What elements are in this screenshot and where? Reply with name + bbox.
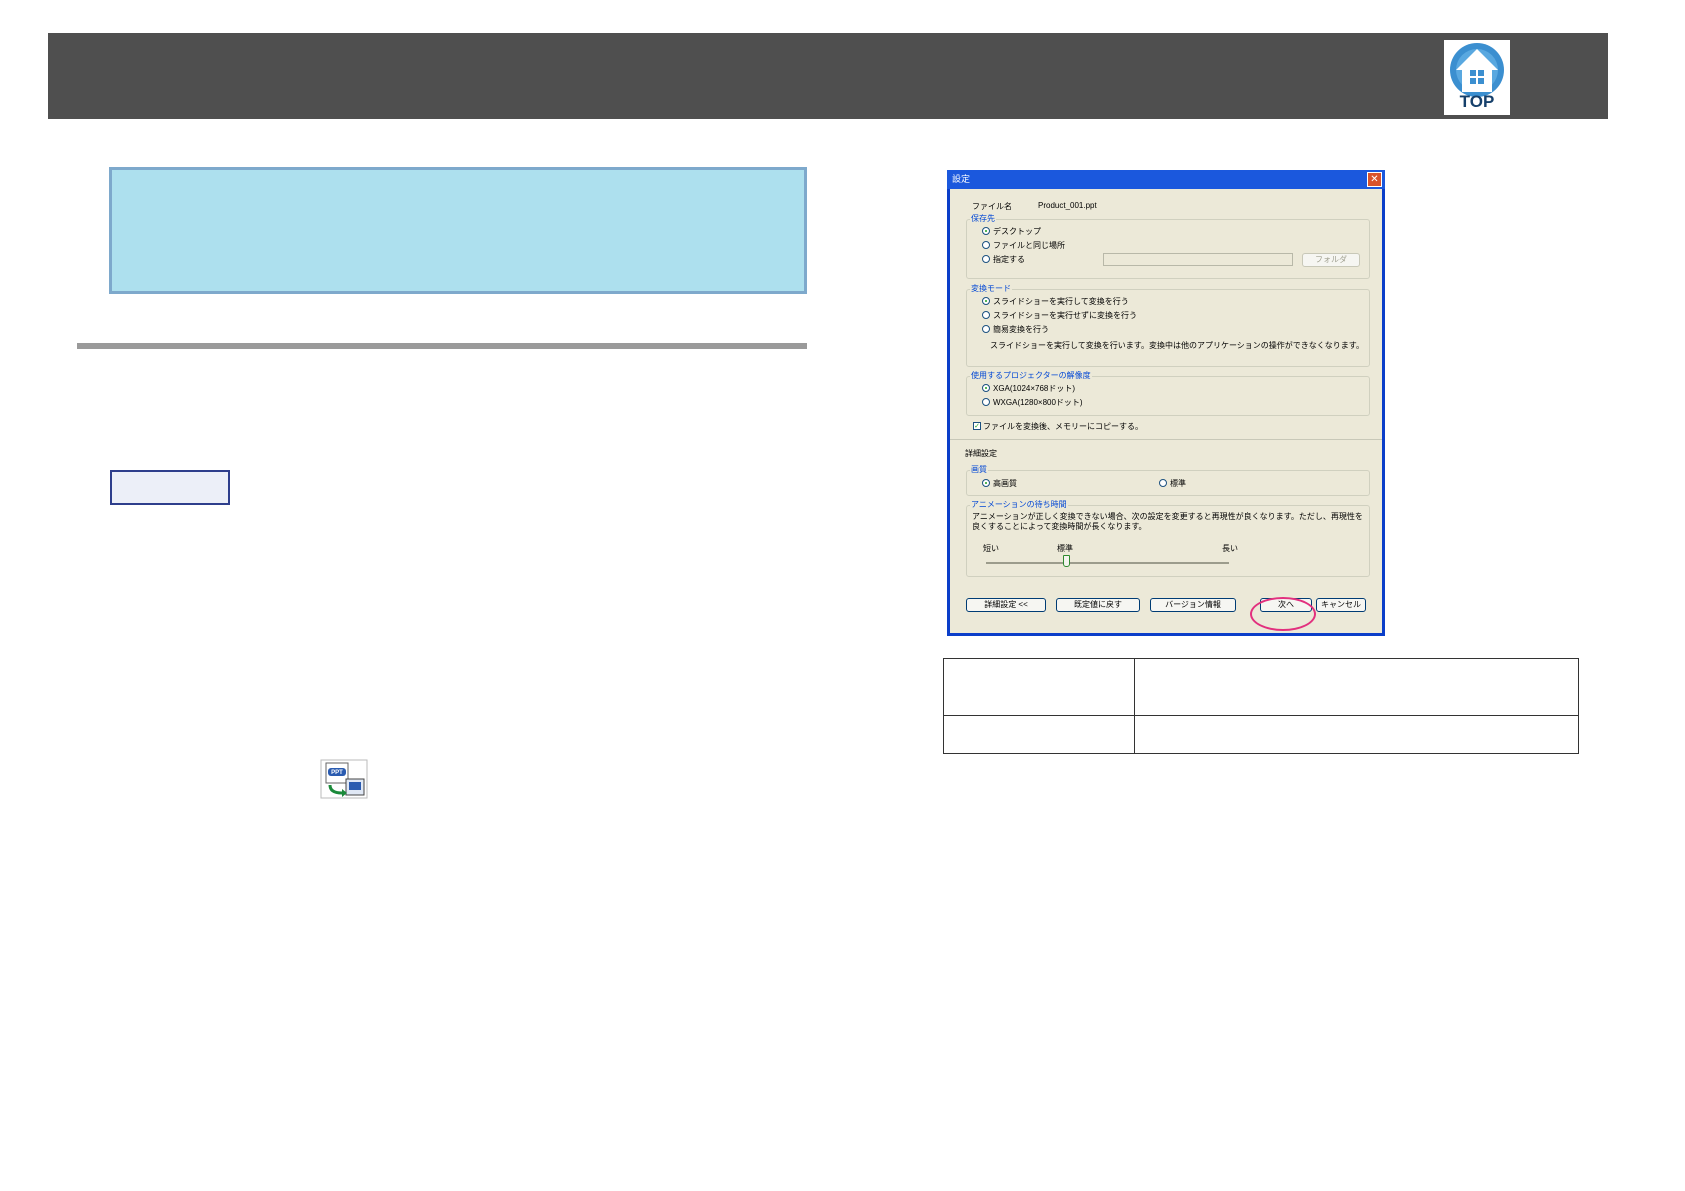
table-cell <box>943 715 1135 754</box>
table-row <box>943 658 1579 716</box>
close-icon[interactable]: ✕ <box>1367 172 1382 187</box>
quality-high-radio[interactable] <box>982 479 990 487</box>
reference-table <box>943 658 1579 754</box>
dialog-body: ファイル名 Product_001.ppt 保存先 デスクトップ ファイルと同じ… <box>950 189 1382 633</box>
settings-dialog: 設定 ✕ ファイル名 Product_001.ppt 保存先 デスクトップ ファ… <box>947 170 1385 636</box>
procedure-label-box <box>110 470 230 505</box>
save-to-desktop-label: デスクトップ <box>993 227 1041 236</box>
next-button-highlight <box>1250 597 1316 631</box>
resolution-label: 使用するプロジェクターの解像度 <box>970 370 1092 381</box>
filename-value: Product_001.ppt <box>1038 201 1097 210</box>
svg-text:PPT: PPT <box>331 770 343 776</box>
dialog-titlebar: 設定 ✕ <box>947 170 1385 189</box>
convert-simple-radio[interactable] <box>982 325 990 333</box>
quality-group <box>966 470 1370 496</box>
convert-no-slideshow-label: スライドショーを実行せずに変換を行う <box>993 311 1137 320</box>
section-divider <box>77 343 807 349</box>
cancel-button[interactable]: キャンセル <box>1316 598 1366 612</box>
advanced-divider <box>950 439 1382 440</box>
resolution-group <box>966 376 1370 416</box>
copy-to-memory-checkbox[interactable]: ✓ <box>973 422 981 430</box>
convert-mode-label: 変換モード <box>970 283 1012 294</box>
save-to-specify-label: 指定する <box>993 255 1025 264</box>
resolution-xga-radio[interactable] <box>982 384 990 392</box>
quality-high-label: 高画質 <box>993 479 1017 488</box>
animation-wait-label: アニメーションの待ち時間 <box>970 499 1068 510</box>
page-header-band <box>48 33 1608 119</box>
filename-label: ファイル名 <box>972 202 1012 211</box>
restore-defaults-button[interactable]: 既定値に戻す <box>1056 598 1140 612</box>
save-to-same-place-radio[interactable] <box>982 241 990 249</box>
version-info-button[interactable]: バージョン情報 <box>1150 598 1236 612</box>
convert-slideshow-radio[interactable] <box>982 297 990 305</box>
copy-to-memory-label: ファイルを変換後、メモリーにコピーする。 <box>983 422 1143 431</box>
quality-standard-radio[interactable] <box>1159 479 1167 487</box>
table-cell <box>1134 715 1579 754</box>
advanced-toggle-button[interactable]: 詳細設定 << <box>966 598 1046 612</box>
table-cell <box>943 658 1135 716</box>
dialog-title: 設定 <box>952 174 971 184</box>
advanced-heading: 詳細設定 <box>965 449 997 458</box>
convert-slideshow-label: スライドショーを実行して変換を行う <box>993 297 1129 306</box>
resolution-wxga-radio[interactable] <box>982 398 990 406</box>
slider-min-label: 短い <box>983 544 999 553</box>
ppt-converter-icon[interactable]: PPT <box>320 759 368 799</box>
save-path-input[interactable] <box>1103 253 1293 266</box>
save-to-desktop-radio[interactable] <box>982 227 990 235</box>
convert-no-slideshow-radio[interactable] <box>982 311 990 319</box>
top-button-label: TOP <box>1459 92 1495 111</box>
animation-wait-note-line2: 良くすることによって変換時間が長くなります。 <box>972 522 1147 531</box>
animation-wait-slider-track[interactable] <box>986 562 1229 564</box>
animation-wait-slider-thumb[interactable] <box>1063 555 1071 567</box>
resolution-xga-label: XGA(1024×768ドット) <box>993 384 1076 393</box>
quality-label: 画質 <box>970 464 988 475</box>
slider-mid-label: 標準 <box>1057 544 1073 553</box>
note-box <box>109 167 807 294</box>
quality-standard-label: 標準 <box>1170 479 1186 488</box>
save-to-label: 保存先 <box>970 213 996 224</box>
convert-mode-note: スライドショーを実行して変換を行います。変換中は他のアプリケーションの操作ができ… <box>990 341 1364 350</box>
home-house-icon <box>1450 43 1504 97</box>
save-to-specify-radio[interactable] <box>982 255 990 263</box>
resolution-wxga-label: WXGA(1280×800ドット) <box>993 398 1083 407</box>
top-button[interactable]: TOP <box>1444 40 1510 115</box>
slider-max-label: 長い <box>1222 544 1238 553</box>
save-to-same-place-label: ファイルと同じ場所 <box>993 241 1065 250</box>
table-row <box>943 715 1579 754</box>
convert-simple-label: 簡易変換を行う <box>993 325 1049 334</box>
table-cell <box>1134 658 1579 716</box>
folder-button[interactable]: フォルダ <box>1302 253 1360 267</box>
